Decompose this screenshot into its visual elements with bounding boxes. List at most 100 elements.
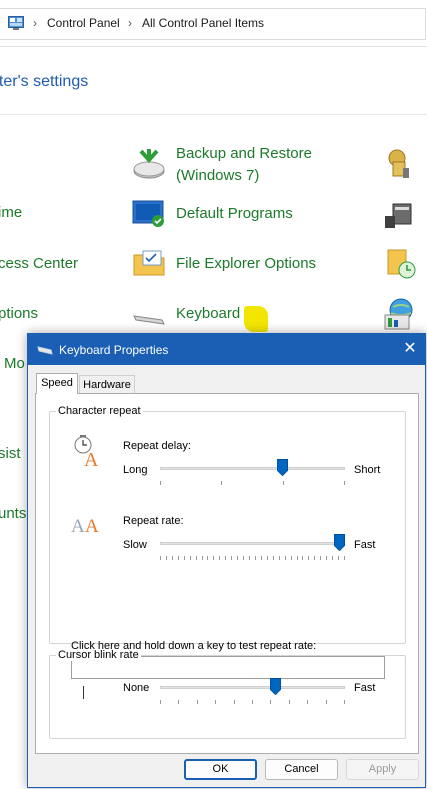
ok-button[interactable]: OK [184, 759, 257, 780]
slider-tick [178, 556, 179, 560]
cursor-blink-track [160, 686, 345, 689]
slider-tick [234, 700, 235, 704]
breadcrumb-all-items[interactable]: All Control Panel Items [142, 16, 264, 30]
file-history-icon [387, 249, 416, 279]
slider-tick [332, 556, 333, 560]
backup-restore-icon [133, 149, 165, 179]
file-explorer-options-icon [133, 250, 165, 276]
cp-item-remoteapp[interactable]: sist [0, 443, 21, 465]
slider-tick [285, 556, 286, 560]
slider-tick [166, 556, 167, 560]
svg-text:A: A [85, 516, 99, 536]
page-heading: uter's settings [0, 73, 89, 90]
cp-item-keyboard[interactable]: Keyboard [176, 303, 240, 325]
cp-item-indexing-options[interactable]: ptions [0, 303, 38, 325]
cursor-blink-group [49, 655, 406, 739]
slider-tick [291, 556, 292, 560]
keyboard-properties-dialog: Keyboard Properties ✕ Speed Hardware Cha… [27, 333, 426, 788]
dialog-title: Keyboard Properties [59, 343, 169, 357]
repeat-rate-label: Repeat rate: [123, 515, 184, 527]
tab-speed[interactable]: Speed [36, 373, 78, 394]
slider-tick [160, 481, 161, 485]
tab-hardware[interactable]: Hardware [79, 375, 135, 393]
dialog-titlebar[interactable]: Keyboard Properties ✕ [28, 334, 425, 365]
breadcrumb-control-panel[interactable]: Control Panel [47, 16, 120, 30]
close-button[interactable]: ✕ [400, 339, 420, 359]
cp-item-label: (Windows 7) [176, 167, 260, 184]
svg-text:A: A [84, 449, 99, 468]
slider-tick [243, 556, 244, 560]
slider-tick [338, 556, 339, 560]
cursor-blink-min-label: None [123, 682, 150, 694]
character-repeat-label: Character repeat [56, 405, 143, 417]
repeat-delay-track [160, 467, 345, 470]
slider-tick [307, 700, 308, 704]
slider-tick [326, 700, 327, 704]
cursor-blink-max-label: Fast [354, 682, 376, 694]
apply-button[interactable]: Apply [346, 759, 419, 780]
internet-options-icon [384, 298, 413, 330]
repeat-delay-max-label: Short [354, 464, 381, 476]
cursor-blink-ticks [160, 700, 345, 704]
slider-tick [255, 556, 256, 560]
cp-item-default-programs[interactable]: Default Programs [176, 203, 293, 225]
keyboard-icon [133, 315, 165, 325]
slider-tick [237, 556, 238, 560]
slider-tick [297, 556, 298, 560]
cursor-highlight [244, 306, 268, 332]
breadcrumb-chevron-icon: › [128, 16, 132, 30]
repeat-delay-icon: A [74, 435, 99, 468]
cp-item-file-explorer-options[interactable]: File Explorer Options [176, 253, 316, 275]
repeat-rate-ticks [160, 556, 345, 560]
slider-tick [279, 556, 280, 560]
repeat-rate-min-label: Slow [123, 539, 147, 551]
slider-tick [172, 556, 173, 560]
cancel-button[interactable]: Cancel [265, 759, 338, 780]
repeat-rate-slider-thumb[interactable] [334, 534, 345, 551]
cursor-blink-slider-thumb[interactable] [270, 678, 281, 695]
slider-tick [267, 556, 268, 560]
slider-tick [225, 556, 226, 560]
cp-item-mouse[interactable]: Mo [4, 353, 25, 375]
slider-tick [213, 556, 214, 560]
slider-tick [160, 556, 161, 560]
repeat-rate-icon: A A [71, 516, 99, 536]
cp-item-backup-restore[interactable]: Backup and Restore (Windows 7) [176, 143, 312, 187]
slider-tick [308, 556, 309, 560]
slider-tick [273, 556, 274, 560]
repeat-delay-ticks [160, 481, 345, 485]
address-bar: › Control Panel › All Control Panel Item… [0, 0, 427, 47]
slider-tick [207, 556, 208, 560]
tab-panel-speed: Character repeat A Repeat delay: Long Sh… [35, 393, 419, 754]
slider-tick [202, 556, 203, 560]
cp-item-date-time[interactable]: ime [0, 202, 22, 224]
repeat-rate-track [160, 542, 345, 545]
slider-tick [314, 556, 315, 560]
cp-item-ease-of-access[interactable]: cess Center [0, 253, 78, 275]
slider-tick [344, 556, 345, 560]
divider [0, 114, 427, 115]
slider-tick [178, 700, 179, 704]
cp-item-user-accounts[interactable]: unts [0, 503, 26, 525]
slider-tick [283, 481, 284, 485]
slider-tick [344, 700, 345, 704]
default-programs-icon [132, 200, 164, 227]
slider-tick [302, 556, 303, 560]
slider-tick [270, 700, 271, 704]
repeat-delay-label: Repeat delay: [123, 440, 191, 452]
keyboard-icon [37, 346, 53, 355]
slider-tick [344, 481, 345, 485]
svg-text:A: A [71, 516, 85, 536]
breadcrumb-chevron-icon: › [33, 16, 37, 30]
slider-tick [320, 556, 321, 560]
credential-manager-icon [388, 149, 409, 178]
cursor-blink-label: Cursor blink rate [56, 649, 141, 661]
slider-tick [219, 556, 220, 560]
slider-tick [184, 556, 185, 560]
slider-tick [252, 700, 253, 704]
repeat-delay-slider-thumb[interactable] [277, 459, 288, 476]
slider-tick [190, 556, 191, 560]
slider-tick [326, 556, 327, 560]
repeat-delay-min-label: Long [123, 464, 148, 476]
cursor-preview [83, 686, 84, 699]
